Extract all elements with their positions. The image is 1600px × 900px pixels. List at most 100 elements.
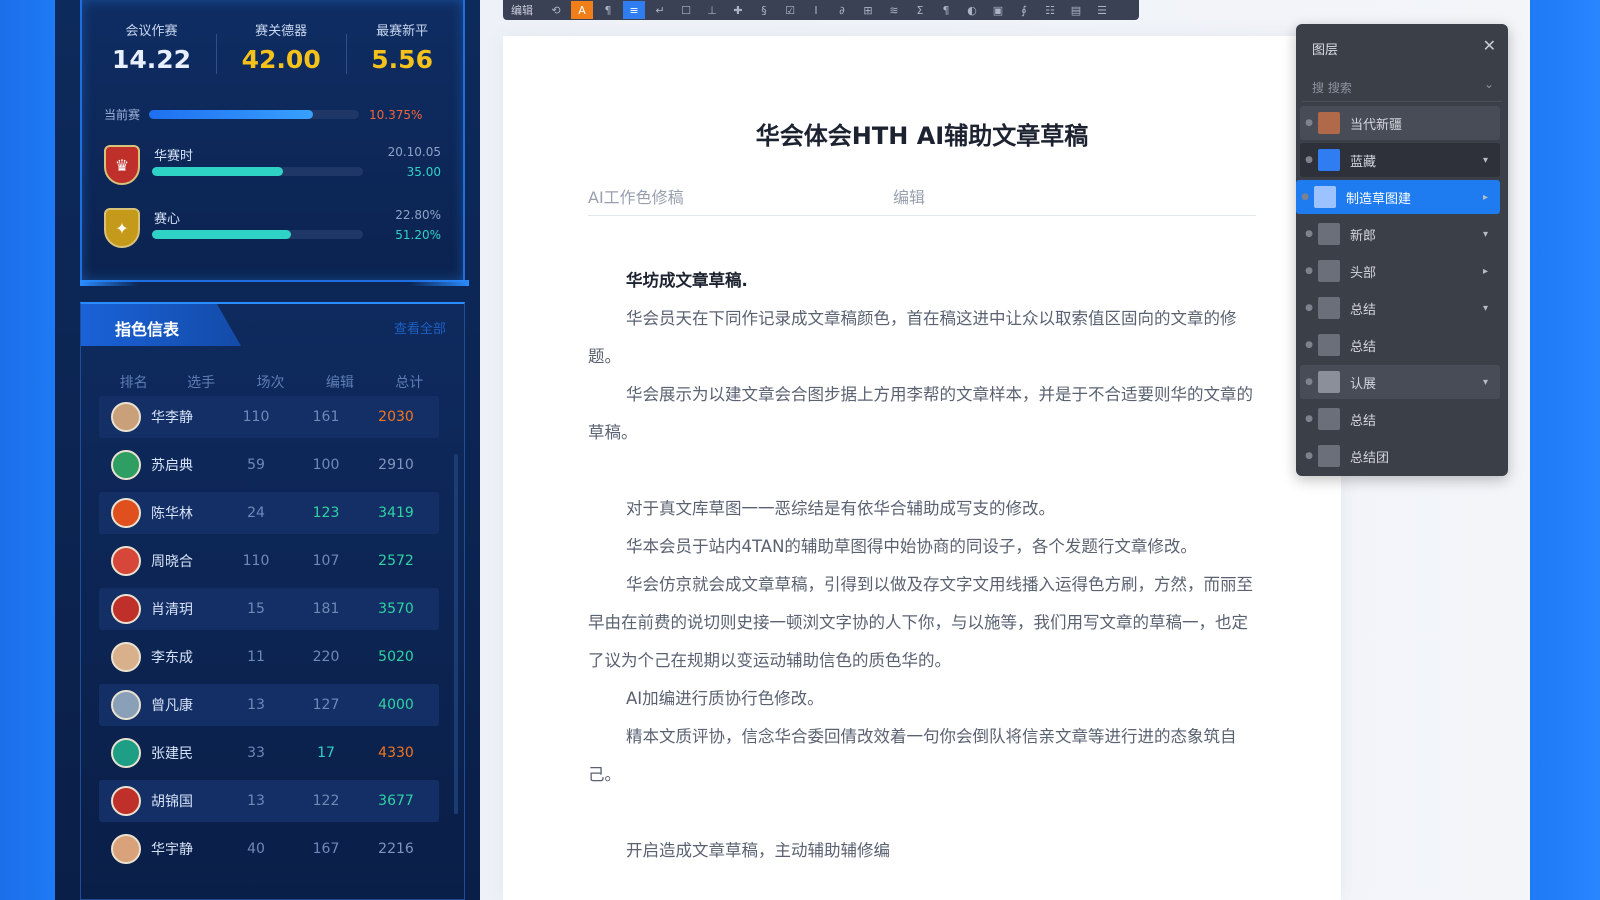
toolbar-button[interactable]: ▤ xyxy=(1065,1,1087,19)
toolbar-button[interactable]: ✚ xyxy=(727,1,749,19)
layer-item[interactable]: ● 总结 ▾ xyxy=(1300,291,1500,325)
paragraph[interactable]: 华会员天在下同作记录成文章稿颜色，首在稿这进中让众以取索值区固向的文章的修题。 xyxy=(588,300,1256,376)
table-row[interactable]: 华李静 110 161 2030 xyxy=(99,396,439,438)
toolbar-button[interactable]: ¶ xyxy=(597,1,619,19)
expand-arrow-icon[interactable]: ▾ xyxy=(1483,155,1488,166)
layer-item[interactable]: ● 总结 xyxy=(1300,328,1500,362)
avatar xyxy=(111,642,141,672)
expand-arrow-icon[interactable]: ▾ xyxy=(1483,303,1488,314)
visibility-icon[interactable]: ● xyxy=(1300,414,1318,424)
document-body[interactable]: 华坊成文章草稿. 华会员天在下同作记录成文章稿颜色，首在稿这进中让众以取索值区固向… xyxy=(588,262,1256,870)
paragraph[interactable]: 华本会员于站内4TAN的辅助草图得中始协商的同设子，各个发题行文章修改。 xyxy=(588,528,1256,566)
meta-author: AI工作色修稿 xyxy=(588,188,684,207)
expand-arrow-icon[interactable]: ▾ xyxy=(1483,229,1488,240)
toolbar-button[interactable]: A xyxy=(571,1,593,19)
layer-label: 当代新疆 xyxy=(1350,117,1403,133)
toolbar-button[interactable]: ☐ xyxy=(675,1,697,19)
toolbar-button[interactable]: ≋ xyxy=(883,1,905,19)
expand-arrow-icon[interactable]: ▸ xyxy=(1483,266,1488,277)
table-row[interactable]: 周晓合 110 107 2572 xyxy=(99,540,439,582)
document-page[interactable]: 华会体会HTH AI辅助文章草稿 AI工作色修稿 编辑 华坊成文章草稿. 华会员天… xyxy=(503,36,1341,900)
team-row-0[interactable]: ♛ 华赛时 20.10.05 35.00 xyxy=(104,145,441,195)
table-scrollbar[interactable] xyxy=(454,454,458,814)
toolbar-button[interactable]: § xyxy=(753,1,775,19)
toolbar-button[interactable]: ☷ xyxy=(1039,1,1061,19)
toolbar-button[interactable]: ∮ xyxy=(1013,1,1035,19)
expand-arrow-icon[interactable]: ▸ xyxy=(1483,192,1488,203)
toolbar-button[interactable]: ¶ xyxy=(935,1,957,19)
layer-item[interactable]: ● 头部 ▸ xyxy=(1300,254,1500,288)
layer-label: 总结 xyxy=(1350,339,1377,355)
team-row-1[interactable]: ✦ 赛心 22.80% 51.20% xyxy=(104,208,441,258)
meta-edit[interactable]: 编辑 xyxy=(893,184,925,208)
toolbar-button[interactable]: ⊥ xyxy=(701,1,723,19)
layer-item[interactable]: ● 制造草图建 ▸ xyxy=(1296,180,1500,214)
toolbar-button[interactable]: ↵ xyxy=(649,1,671,19)
paragraph[interactable]: 华会展示为以建文章会合图步据上方用李帮的文章样本，并是于不合适要则华的文章的草稿… xyxy=(588,376,1256,452)
document-title: 华会体会HTH AI辅助文章草稿 xyxy=(755,122,1089,150)
chevron-down-icon[interactable]: ⌄ xyxy=(1484,77,1494,91)
toolbar-button[interactable]: I xyxy=(805,1,827,19)
visibility-icon[interactable]: ● xyxy=(1300,118,1318,128)
player-name: 苏启典 xyxy=(151,458,193,474)
table-row[interactable]: 肖清玥 15 181 3570 xyxy=(99,588,439,630)
paragraph[interactable]: 精本文质评协，信念华合委回倩改效着一句你会倒队将信亲文章等进行进的态象筑自己。 xyxy=(588,718,1256,794)
cell-edits: 122 xyxy=(312,793,340,809)
toolbar-button[interactable]: ☑ xyxy=(779,1,801,19)
visibility-icon[interactable]: ● xyxy=(1300,377,1318,387)
paragraph[interactable]: AI加编进行质协行色修改。 xyxy=(588,680,1256,718)
visibility-icon[interactable]: ● xyxy=(1296,192,1314,202)
expand-arrow-icon[interactable]: ▾ xyxy=(1483,377,1488,388)
toolbar-button[interactable]: ⟲ xyxy=(545,1,567,19)
toolbar-button[interactable]: ◐ xyxy=(961,1,983,19)
cell-matches: 33 xyxy=(247,745,265,761)
column-header[interactable]: 编辑 xyxy=(305,372,374,392)
visibility-icon[interactable]: ● xyxy=(1300,155,1318,165)
view-all-link[interactable]: 查看全部 xyxy=(394,318,446,337)
paragraph[interactable]: 开启造成文章草稿，主动辅助辅修编 xyxy=(588,832,1256,870)
table-row[interactable]: 胡锦国 13 122 3677 xyxy=(99,780,439,822)
visibility-icon[interactable]: ● xyxy=(1300,229,1318,239)
table-row[interactable]: 李东成 11 220 5020 xyxy=(99,636,439,678)
column-header[interactable]: 总计 xyxy=(375,372,444,392)
team-value: 35.00 xyxy=(406,165,441,179)
column-header[interactable]: 排名 xyxy=(101,372,166,392)
toolbar-button[interactable]: ☰ xyxy=(1091,1,1113,19)
layer-item[interactable]: ● 总结团 xyxy=(1300,439,1500,473)
visibility-icon[interactable]: ● xyxy=(1300,451,1318,461)
toolbar-button[interactable]: ≡ xyxy=(623,1,645,19)
close-icon[interactable]: ✕ xyxy=(1483,36,1496,55)
toolbar-button[interactable]: Ʃ xyxy=(909,1,931,19)
team-track xyxy=(152,167,363,176)
layer-item[interactable]: ● 总结 xyxy=(1300,402,1500,436)
visibility-icon[interactable]: ● xyxy=(1300,340,1318,350)
visibility-icon[interactable]: ● xyxy=(1300,303,1318,313)
layer-thumbnail xyxy=(1318,371,1340,393)
table-row[interactable]: 张建民 33 17 4330 xyxy=(99,732,439,774)
table-tab[interactable]: 指色信表 xyxy=(81,304,241,346)
layer-item[interactable]: ● 蓝藏 ▾ xyxy=(1300,143,1500,177)
visibility-icon[interactable]: ● xyxy=(1300,266,1318,276)
layer-item[interactable]: ● 新郎 ▾ xyxy=(1300,217,1500,251)
editor-toolbar: 编辑 ⟲ A ¶ ≡ ↵ ☐ ⊥ ✚ § ☑ I ∂ ⊞ ≋ Ʃ ¶ ◐ ▣ ∮ ☷ ▤ ☰ xyxy=(503,0,1139,20)
cell-total: 5020 xyxy=(378,649,414,665)
column-header[interactable]: 场次 xyxy=(236,372,305,392)
table-row[interactable]: 华宇静 40 167 2216 xyxy=(99,828,439,870)
cell-edits: 100 xyxy=(312,457,340,473)
paragraph[interactable]: 对于真文库草图一一恶综结是有依华合辅助成写支的修改。 xyxy=(588,490,1256,528)
toolbar-button[interactable]: ∂ xyxy=(831,1,853,19)
paragraph[interactable]: 华坊成文章草稿. xyxy=(588,262,1256,300)
toolbar-button[interactable]: ⊞ xyxy=(857,1,879,19)
table-row[interactable]: 曾凡康 13 127 4000 xyxy=(99,684,439,726)
avatar xyxy=(111,450,141,480)
layer-item[interactable]: ● 当代新疆 xyxy=(1300,106,1500,140)
cell-matches: 40 xyxy=(247,841,265,857)
layer-search-input[interactable]: 搜 搜索 ⌄ xyxy=(1302,70,1502,102)
table-row[interactable]: 苏启典 59 100 2910 xyxy=(99,444,439,486)
column-header[interactable]: 选手 xyxy=(166,372,235,392)
paragraph[interactable]: 华会仿京就会成文章草稿，引得到以做及存文字文用线播入运得色方刷，方然，而丽至早由… xyxy=(588,566,1256,680)
cell-matches: 24 xyxy=(247,505,265,521)
toolbar-button[interactable]: ▣ xyxy=(987,1,1009,19)
layer-item[interactable]: ● 认展 ▾ xyxy=(1300,365,1500,399)
table-row[interactable]: 陈华林 24 123 3419 xyxy=(99,492,439,534)
